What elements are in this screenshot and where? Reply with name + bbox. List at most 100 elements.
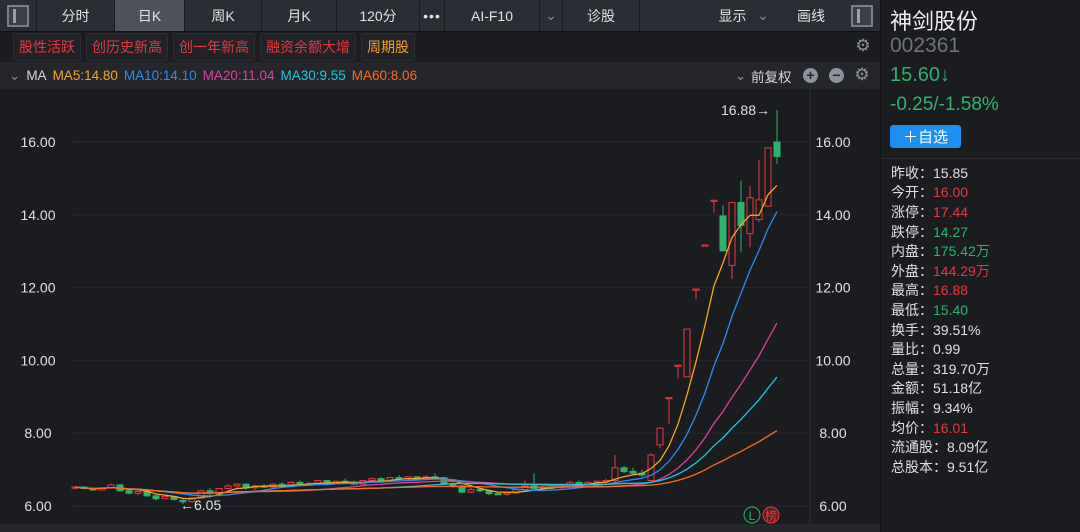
l-badge[interactable]: L: [743, 506, 761, 524]
ma10-value: MA10:14.10: [123, 68, 197, 83]
zoom-out-icon[interactable]: −: [829, 68, 844, 83]
price-change: -0.25/-1.58%: [890, 94, 999, 115]
ma5-value: MA5:14.80: [52, 68, 118, 83]
tag-margin-increase[interactable]: 融资余额大增: [260, 33, 356, 61]
stat-label: 昨收：: [891, 164, 933, 181]
stat-label: 量比：: [891, 341, 933, 358]
stat-row: 流通股： 8.09亿: [891, 437, 990, 457]
stat-row: 今开： 16.00: [891, 183, 990, 203]
stat-label: 均价：: [891, 419, 933, 436]
candle: [737, 180, 745, 253]
tab-120min[interactable]: 120分: [337, 0, 420, 31]
ma5-line: [74, 185, 778, 500]
tags-settings-gear-icon[interactable]: ⚙: [855, 37, 871, 54]
more-button[interactable]: •••: [420, 0, 445, 31]
adjust-chevron-icon[interactable]: ⌄: [735, 68, 746, 84]
left-axis-tick-label: 14.00: [20, 207, 55, 223]
right-axis-tick-label: 14.00: [815, 207, 850, 223]
right-axis-tick-label: 16.00: [815, 134, 850, 150]
ma30-value: MA30:9.55: [280, 68, 346, 83]
stat-label: 跌停：: [891, 223, 933, 240]
stat-value: 16.88: [933, 282, 969, 299]
stat-label: 总股本：: [891, 458, 947, 475]
tab-daily-k[interactable]: 日K: [115, 0, 185, 31]
candle: [233, 483, 241, 488]
chart-scrollbar[interactable]: [0, 524, 880, 532]
left-axis-tick-label: 8.00: [24, 425, 51, 441]
stat-row: 金额： 51.18亿: [891, 379, 990, 399]
toggle-left-panel-button[interactable]: [0, 0, 37, 31]
right-axis-tick-label: 6.00: [819, 498, 846, 514]
candle-body: [233, 483, 241, 487]
tab-intraday[interactable]: 分时: [37, 0, 115, 31]
ma-collapse-chevron-icon[interactable]: ⌄: [9, 68, 20, 84]
left-axis-tick-label: 10.00: [20, 352, 55, 368]
stat-value: 144.29万: [933, 262, 990, 279]
candle-body: [224, 485, 232, 490]
candle-body: [674, 364, 682, 367]
display-chevron-icon[interactable]: ⌄: [752, 0, 774, 31]
add-watchlist-button[interactable]: ＋自选: [890, 125, 961, 148]
stat-row: 昨收： 15.85: [891, 163, 990, 183]
stat-label: 外盘：: [891, 262, 933, 279]
ma-label: MA: [26, 68, 47, 83]
stat-value: 9.51亿: [947, 458, 989, 475]
candle: [620, 465, 628, 474]
candle-body: [494, 493, 502, 496]
candle: [125, 489, 133, 495]
candle-body: [368, 478, 376, 482]
ranking-badge[interactable]: 榜: [762, 506, 780, 524]
tag-cyclical[interactable]: 周期股: [361, 33, 415, 61]
stat-label: 总量：: [891, 360, 933, 377]
candle-body: [620, 467, 628, 472]
candle-body: [476, 489, 484, 492]
candle-body: [152, 495, 160, 500]
toggle-right-panel-button[interactable]: [846, 0, 878, 31]
zoom-in-icon[interactable]: +: [803, 68, 818, 83]
chart-settings-gear-icon[interactable]: ⚙: [854, 66, 870, 83]
ranking-badge-text: 榜: [765, 508, 777, 523]
draw-line-button[interactable]: 画线: [788, 0, 834, 31]
stock-tags: 股性活跃 创历史新高 创一年新高 融资余额大增 周期股: [0, 32, 880, 62]
stat-row: 总量： 319.70万: [891, 359, 990, 379]
l-badge-text: L: [749, 509, 756, 523]
stat-label: 涨停：: [891, 203, 933, 220]
period-toolbar: 分时 日K 周K 月K 120分 ••• AI-F10 ⌄ 诊股 显示 ⌄ 画线: [0, 0, 880, 32]
tab-diagnose[interactable]: 诊股: [563, 0, 640, 31]
tab-weekly-k[interactable]: 周K: [185, 0, 262, 31]
adjust-mode-dropdown[interactable]: 前复权: [751, 66, 792, 86]
stat-value: 15.85: [933, 164, 969, 181]
candle: [674, 364, 682, 379]
stat-label: 内盘：: [891, 243, 933, 260]
stat-row: 最低： 15.40: [891, 300, 990, 320]
candle-body: [629, 470, 637, 474]
left-axis-tick-label: 12.00: [20, 280, 55, 296]
ai-f10-chevron-icon[interactable]: ⌄: [540, 0, 563, 31]
stat-value: 51.18亿: [933, 380, 983, 397]
display-button[interactable]: 显示: [715, 0, 750, 31]
panel-icon: [7, 4, 29, 27]
candle-body: [701, 244, 709, 247]
candle: [206, 487, 214, 496]
tag-all-time-high[interactable]: 创历史新高: [86, 33, 168, 61]
candle: [710, 199, 718, 213]
quote-panel: 神剑股份 002361 15.60↓ -0.25/-1.58% ＋自选 昨收： 1…: [880, 0, 1080, 532]
stat-value: 16.00: [933, 184, 969, 201]
last-price: 15.60↓: [890, 64, 951, 86]
kline-chart[interactable]: 6.00 6.00 8.00 8.00 10.00 10.00 12.00 12.00 14.0…: [0, 89, 880, 532]
stat-value: 39.51%: [933, 321, 981, 338]
stat-row: 涨停： 17.44: [891, 202, 990, 222]
stat-row: 振幅： 9.34%: [891, 398, 990, 418]
tag-year-high[interactable]: 创一年新高: [173, 33, 255, 61]
right-axis-tick-label: 12.00: [815, 280, 850, 296]
candle-body: [467, 489, 475, 493]
tab-ai-f10[interactable]: AI-F10: [445, 0, 540, 31]
stat-row: 均价： 16.01: [891, 418, 990, 438]
candle: [719, 205, 727, 252]
candle: [728, 201, 736, 279]
tab-monthly-k[interactable]: 月K: [262, 0, 337, 31]
candle: [467, 487, 475, 494]
candle: [152, 495, 160, 501]
tag-active[interactable]: 股性活跃: [13, 33, 81, 61]
candle-body: [503, 492, 511, 495]
